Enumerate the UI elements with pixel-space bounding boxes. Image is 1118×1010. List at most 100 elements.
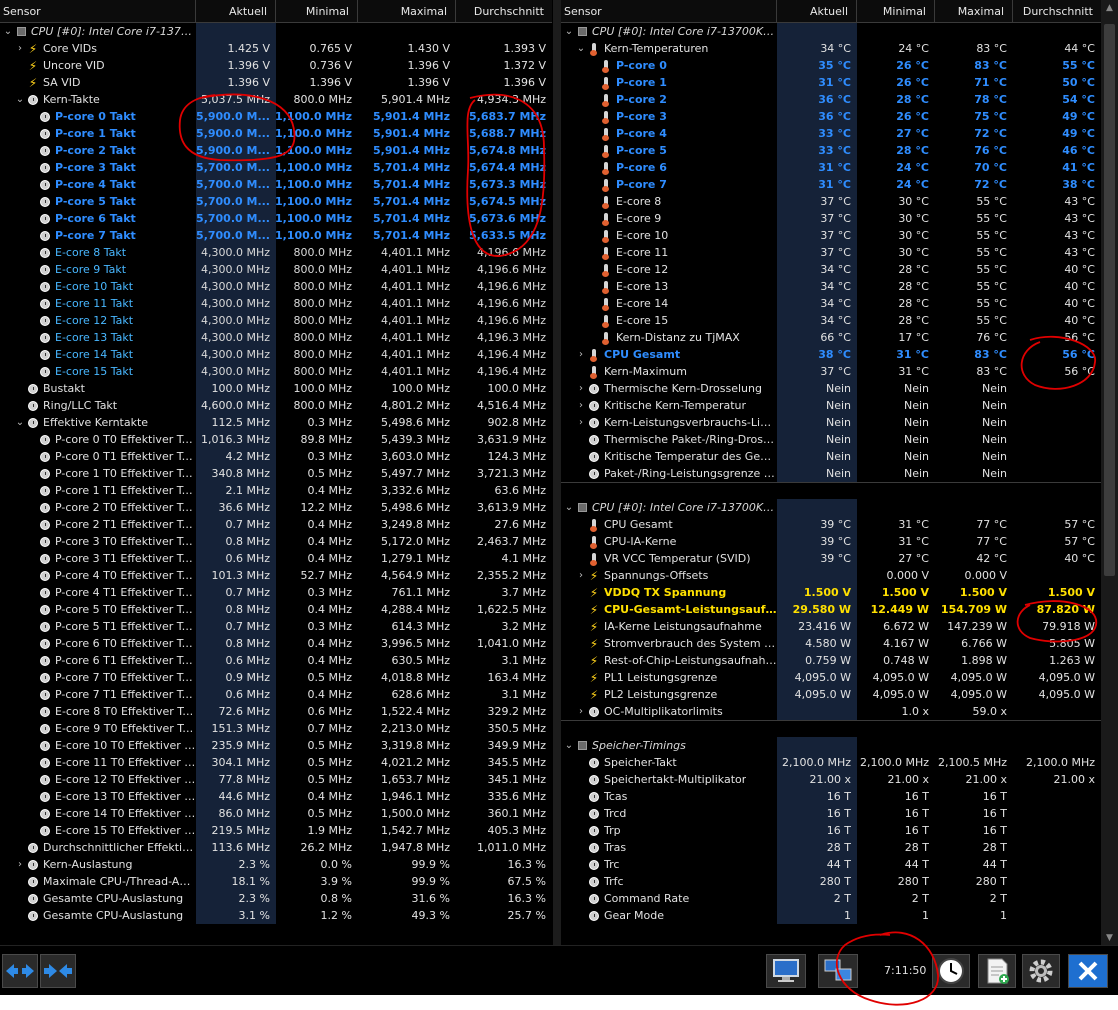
sensor-row[interactable]: P-core 6 Takt 5,700.0 M... 1,100.0 MHz 5,70… xyxy=(0,210,552,227)
sensor-row[interactable]: Speicher-Takt 2,100.0 MHz 2,100.0 MHz 2,100… xyxy=(561,754,1101,771)
col-min[interactable]: Minimal xyxy=(276,0,358,22)
sensor-row[interactable]: P-core 5 T0 Effektiver Takt 0.8 MHz 0.4 MH… xyxy=(0,601,552,618)
sensor-row[interactable]: E-core 15 T0 Effektiver Takt 219.5 MHz 1.9… xyxy=(0,822,552,839)
expand-chevron-icon[interactable]: ⌄ xyxy=(14,417,26,428)
arrows-collapse-button[interactable] xyxy=(40,954,76,988)
sensor-row[interactable]: ⚡ Rest-of-Chip-Leistungsaufnahme 0.759 W 0.… xyxy=(561,652,1101,669)
sensor-row[interactable]: ⚡ IA-Kerne Leistungsaufnahme 23.416 W 6.672… xyxy=(561,618,1101,635)
sensor-row[interactable]: Trcd 16 T 16 T 16 T xyxy=(561,805,1101,822)
sensor-row[interactable]: Trp 16 T 16 T 16 T xyxy=(561,822,1101,839)
expand-chevron-icon[interactable]: ⌄ xyxy=(2,26,14,37)
scroll-down-icon[interactable]: ▼ xyxy=(1104,933,1115,943)
sensor-row[interactable]: Gear Mode 1 1 1 xyxy=(561,907,1101,924)
col-current[interactable]: Aktuell xyxy=(777,0,857,22)
sensor-row[interactable]: E-core 9 37 °C 30 °C 55 °C 43 °C xyxy=(561,210,1101,227)
sensor-row[interactable]: P-core 3 Takt 5,700.0 M... 1,100.0 MHz 5,70… xyxy=(0,159,552,176)
arrows-expand-button[interactable] xyxy=(2,954,38,988)
sensor-row[interactable]: Kern-Maximum 37 °C 31 °C 83 °C 56 °C xyxy=(561,363,1101,380)
col-max[interactable]: Maximal xyxy=(358,0,456,22)
sensor-row[interactable]: › Kritische Kern-Temperatur Nein Nein Nein xyxy=(561,397,1101,414)
sensor-row[interactable]: ⚡ VDDQ TX Spannung 1.500 V 1.500 V 1.500 V 1.… xyxy=(561,584,1101,601)
sensor-row[interactable]: E-core 9 T0 Effektiver Takt 151.3 MHz 0.7 … xyxy=(0,720,552,737)
sensor-row[interactable]: › Kern-Leistungsverbrauchs-Limi... Nein Nei… xyxy=(561,414,1101,431)
right-sensor-panel[interactable]: Sensor Aktuell Minimal Maximal Durchschn… xyxy=(561,0,1101,945)
sensor-row[interactable]: › Thermische Kern-Drosselung Nein Nein Nein xyxy=(561,380,1101,397)
sensor-row[interactable]: E-core 13 T0 Effektiver Takt 44.6 MHz 0.4 … xyxy=(0,788,552,805)
sensor-row[interactable]: P-core 3 T1 Effektiver Takt 0.6 MHz 0.4 MH… xyxy=(0,550,552,567)
sensor-row[interactable]: ⌄ Kern-Temperaturen 34 °C 24 °C 83 °C 44 °C xyxy=(561,40,1101,57)
sensor-row[interactable]: P-core 7 T0 Effektiver Takt 0.9 MHz 0.5 MH… xyxy=(0,669,552,686)
sensor-row[interactable]: E-core 15 34 °C 28 °C 55 °C 40 °C xyxy=(561,312,1101,329)
sensor-row[interactable]: › OC-Multiplikatorlimits 1.0 x 59.0 x xyxy=(561,703,1101,720)
sensor-row[interactable]: P-core 0 T0 Effektiver Takt 1,016.3 MHz 89… xyxy=(0,431,552,448)
sensor-row[interactable]: E-core 15 Takt 4,300.0 MHz 800.0 MHz 4,401.… xyxy=(0,363,552,380)
sensor-row[interactable]: E-core 10 T0 Effektiver Takt 235.9 MHz 0.5… xyxy=(0,737,552,754)
sensor-row[interactable]: ⚡ PL2 Leistungsgrenze 4,095.0 W 4,095.0 W 4,… xyxy=(561,686,1101,703)
expand-chevron-icon[interactable]: ⌄ xyxy=(14,94,26,105)
sensor-row[interactable]: P-core 4 T1 Effektiver Takt 0.7 MHz 0.3 MH… xyxy=(0,584,552,601)
sensor-row[interactable]: P-core 3 36 °C 26 °C 75 °C 49 °C xyxy=(561,108,1101,125)
sensor-row[interactable]: P-core 4 33 °C 27 °C 72 °C 49 °C xyxy=(561,125,1101,142)
col-current[interactable]: Aktuell xyxy=(196,0,276,22)
sensor-row[interactable]: P-core 1 T1 Effektiver Takt 2.1 MHz 0.4 MH… xyxy=(0,482,552,499)
sensor-row[interactable]: VR VCC Temperatur (SVID) 39 °C 27 °C 42 °C 4… xyxy=(561,550,1101,567)
sensor-row[interactable]: E-core 13 Takt 4,300.0 MHz 800.0 MHz 4,401.… xyxy=(0,329,552,346)
sensor-row[interactable]: CPU-IA-Kerne 39 °C 31 °C 77 °C 57 °C xyxy=(561,533,1101,550)
sensor-row[interactable]: ⌄ Kern-Takte 5,037.5 MHz 800.0 MHz 5,901.4 M… xyxy=(0,91,552,108)
expand-chevron-icon[interactable]: ⌄ xyxy=(563,740,575,751)
sensor-row[interactable]: P-core 2 T0 Effektiver Takt 36.6 MHz 12.2 … xyxy=(0,499,552,516)
sensor-row[interactable]: ⚡ Uncore VID 1.396 V 0.736 V 1.396 V 1.372 V xyxy=(0,57,552,74)
sensor-row[interactable]: E-core 13 34 °C 28 °C 55 °C 40 °C xyxy=(561,278,1101,295)
sensor-row[interactable]: P-core 5 T1 Effektiver Takt 0.7 MHz 0.3 MH… xyxy=(0,618,552,635)
sensor-row[interactable]: E-core 11 37 °C 30 °C 55 °C 43 °C xyxy=(561,244,1101,261)
sensor-row[interactable]: Ring/LLC Takt 4,600.0 MHz 800.0 MHz 4,801.2… xyxy=(0,397,552,414)
sensor-row[interactable]: E-core 10 Takt 4,300.0 MHz 800.0 MHz 4,401.… xyxy=(0,278,552,295)
sensor-row[interactable]: E-core 14 34 °C 28 °C 55 °C 40 °C xyxy=(561,295,1101,312)
sensor-row[interactable]: ⚡ SA VID 1.396 V 1.396 V 1.396 V 1.396 V xyxy=(0,74,552,91)
monitor-button[interactable] xyxy=(766,954,806,988)
sensor-row[interactable]: › CPU Gesamt 38 °C 31 °C 83 °C 56 °C xyxy=(561,346,1101,363)
sensor-row[interactable]: P-core 4 T0 Effektiver Takt 101.3 MHz 52.7… xyxy=(0,567,552,584)
sensor-row[interactable]: P-core 2 36 °C 28 °C 78 °C 54 °C xyxy=(561,91,1101,108)
col-sensor[interactable]: Sensor xyxy=(0,0,196,22)
sensor-row[interactable]: › Kern-Auslastung 2.3 % 0.0 % 99.9 % 16.3 % xyxy=(0,856,552,873)
sensor-row[interactable]: CPU Gesamt 39 °C 31 °C 77 °C 57 °C xyxy=(561,516,1101,533)
left-sensor-panel[interactable]: Sensor Aktuell Minimal Maximal Durchschn… xyxy=(0,0,552,945)
sensor-row[interactable]: ⌄ Effektive Kerntakte 112.5 MHz 0.3 MHz 5,49… xyxy=(0,414,552,431)
col-max[interactable]: Maximal xyxy=(935,0,1013,22)
sensor-row[interactable]: E-core 11 T0 Effektiver Takt 304.1 MHz 0.5… xyxy=(0,754,552,771)
sensor-row[interactable]: P-core 1 T0 Effektiver Takt 340.8 MHz 0.5 … xyxy=(0,465,552,482)
report-button[interactable] xyxy=(978,954,1016,988)
sensor-row[interactable]: ⚡ CPU-Gesamt-Leistungsaufna... 29.580 W 12.… xyxy=(561,601,1101,618)
sensor-row[interactable]: P-core 7 T1 Effektiver Takt 0.6 MHz 0.4 MH… xyxy=(0,686,552,703)
sensor-row[interactable]: ⚡ PL1 Leistungsgrenze 4,095.0 W 4,095.0 W 4,… xyxy=(561,669,1101,686)
collapse-chevron-icon[interactable]: › xyxy=(575,349,587,360)
collapse-chevron-icon[interactable]: › xyxy=(14,859,26,870)
sensor-row[interactable]: E-core 11 Takt 4,300.0 MHz 800.0 MHz 4,401.… xyxy=(0,295,552,312)
network-button[interactable] xyxy=(818,954,858,988)
sensor-row[interactable]: Durchschnittlicher Effektiver T...113.6 … xyxy=(0,839,552,856)
panel-divider[interactable] xyxy=(553,0,561,945)
sensor-row[interactable]: P-core 7 31 °C 24 °C 72 °C 38 °C xyxy=(561,176,1101,193)
col-avg[interactable]: Durchschnitt xyxy=(1013,0,1101,22)
col-sensor[interactable]: Sensor xyxy=(561,0,777,22)
sensor-row[interactable]: E-core 14 T0 Effektiver Takt 86.0 MHz 0.5 … xyxy=(0,805,552,822)
sensor-row[interactable]: P-core 6 31 °C 24 °C 70 °C 41 °C xyxy=(561,159,1101,176)
collapse-chevron-icon[interactable]: › xyxy=(14,43,26,54)
sensor-group-row[interactable]: ⌄ CPU [#0]: Intel Core i7-13700KF: ... xyxy=(561,499,1101,516)
scroll-up-icon[interactable]: ▲ xyxy=(1104,3,1115,13)
sensor-row[interactable]: P-core 2 Takt 5,900.0 M... 1,100.0 MHz 5,90… xyxy=(0,142,552,159)
sensor-group-row[interactable]: ⌄ Speicher-Timings xyxy=(561,737,1101,754)
collapse-chevron-icon[interactable]: › xyxy=(575,417,587,428)
sensor-row[interactable]: P-core 0 35 °C 26 °C 83 °C 55 °C xyxy=(561,57,1101,74)
sensor-row[interactable]: P-core 6 T1 Effektiver Takt 0.6 MHz 0.4 MH… xyxy=(0,652,552,669)
collapse-chevron-icon[interactable]: › xyxy=(575,570,587,581)
sensor-row[interactable]: E-core 8 37 °C 30 °C 55 °C 43 °C xyxy=(561,193,1101,210)
sensor-row[interactable]: › ⚡ Spannungs-Offsets 0.000 V 0.000 V xyxy=(561,567,1101,584)
sensor-row[interactable]: ⚡ Stromverbrauch des System Agent4.580 W 4… xyxy=(561,635,1101,652)
sensor-row[interactable]: Kritische Temperatur des Gehäuse...NeinN… xyxy=(561,448,1101,465)
sensor-row[interactable]: Gesamte CPU-Auslastung 3.1 % 1.2 % 49.3 % 25… xyxy=(0,907,552,924)
col-min[interactable]: Minimal xyxy=(857,0,935,22)
expand-chevron-icon[interactable]: ⌄ xyxy=(575,43,587,54)
sensor-row[interactable]: Gesamte CPU-Auslastung 2.3 % 0.8 % 31.6 % 16… xyxy=(0,890,552,907)
